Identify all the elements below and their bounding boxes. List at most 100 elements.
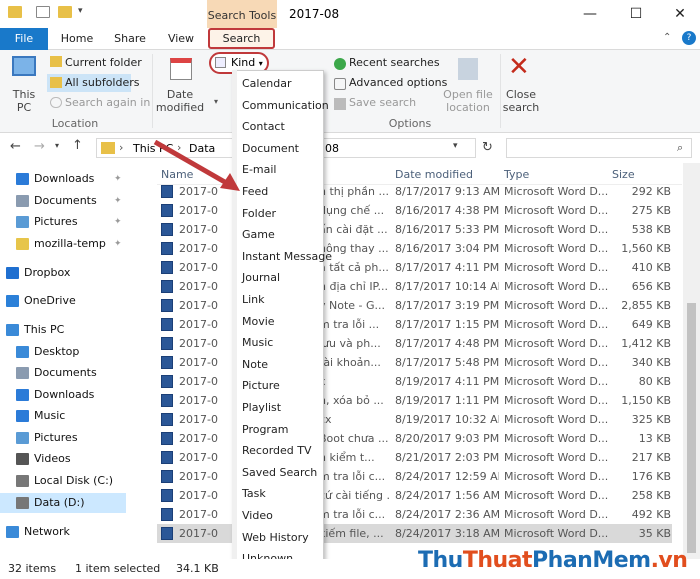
- nav-item[interactable]: Pictures: [0, 428, 130, 448]
- kind-menu-item[interactable]: Communication: [242, 97, 329, 115]
- column-date-modified[interactable]: Date modified: [395, 168, 473, 181]
- customize-toolbar-icon[interactable]: ▾: [78, 6, 83, 16]
- file-date: 8/17/2017 4:11 PM: [395, 261, 499, 274]
- kind-menu-item[interactable]: Program: [242, 421, 288, 439]
- new-folder-icon[interactable]: [58, 6, 72, 18]
- file-size: 35 KB: [638, 527, 671, 540]
- kind-menu-item[interactable]: Document: [242, 140, 299, 158]
- kind-menu-item[interactable]: Instant Message: [242, 248, 332, 266]
- nav-item[interactable]: Dropbox: [0, 263, 130, 283]
- back-icon[interactable]: ←: [10, 139, 21, 154]
- all-subfolders-button[interactable]: All subfolders: [65, 76, 139, 89]
- collapse-ribbon-icon[interactable]: ⌃: [663, 32, 671, 43]
- kind-menu-item[interactable]: Folder: [242, 205, 276, 223]
- file-tail: n thị phần ...: [319, 185, 389, 198]
- minimize-button[interactable]: —: [568, 3, 612, 25]
- file-name: 2017-0: [179, 337, 218, 350]
- tab-share[interactable]: Share: [106, 28, 154, 50]
- date-modified-button[interactable]: Date modified: [154, 88, 206, 114]
- file-type: Microsoft Word D...: [504, 394, 609, 407]
- file-type: Microsoft Word D...: [504, 318, 609, 331]
- kind-menu-item[interactable]: Recorded TV: [242, 442, 312, 460]
- help-icon[interactable]: ?: [682, 31, 696, 45]
- column-type[interactable]: Type: [504, 168, 529, 181]
- nav-item-icon: [16, 475, 29, 487]
- file-size: 1,150 KB: [621, 394, 671, 407]
- kind-menu-item[interactable]: Calendar: [242, 75, 291, 93]
- search-again-in-button[interactable]: Search again in: [65, 96, 150, 109]
- close-button[interactable]: ✕: [658, 3, 700, 25]
- recent-searches-button[interactable]: Recent searches: [349, 56, 440, 69]
- nav-item[interactable]: Downloads ✦: [0, 169, 130, 189]
- file-size: 649 KB: [631, 318, 671, 331]
- scrollbar-thumb[interactable]: [687, 303, 696, 553]
- properties-icon[interactable]: [36, 6, 50, 18]
- kind-menu-item[interactable]: Contact: [242, 118, 285, 136]
- nav-item[interactable]: OneDrive: [0, 291, 130, 311]
- kind-menu-item[interactable]: Picture: [242, 377, 280, 395]
- red-arrow-annotation: [153, 140, 240, 191]
- word-doc-icon: [161, 394, 173, 407]
- column-size[interactable]: Size: [612, 168, 635, 181]
- folder-icon[interactable]: [8, 6, 22, 18]
- file-size: 292 KB: [631, 185, 671, 198]
- tab-view[interactable]: View: [158, 28, 204, 50]
- nav-item-label: Desktop: [34, 345, 80, 358]
- nav-item[interactable]: This PC: [0, 320, 130, 340]
- current-folder-button[interactable]: Current folder: [65, 56, 142, 69]
- kind-menu-item[interactable]: Link: [242, 291, 265, 309]
- forward-icon[interactable]: →: [34, 139, 45, 154]
- kind-menu-item[interactable]: Playlist: [242, 399, 281, 417]
- nav-item[interactable]: Desktop: [0, 342, 130, 362]
- kind-menu-item[interactable]: Web History: [242, 529, 309, 547]
- file-tail: tài khoản...: [319, 356, 381, 369]
- nav-item[interactable]: Pictures ✦: [0, 212, 130, 232]
- refresh-icon[interactable]: ↻: [482, 140, 493, 155]
- this-pc-button[interactable]: This PC: [4, 88, 44, 114]
- nav-item[interactable]: Local Disk (C:): [0, 471, 130, 491]
- file-name: 2017-0: [179, 489, 218, 502]
- file-tail: ấn cài đặt ...: [319, 223, 388, 236]
- nav-item[interactable]: Documents: [0, 363, 130, 383]
- address-dropdown-icon[interactable]: ▾: [453, 141, 458, 151]
- tab-search[interactable]: Search: [208, 28, 275, 49]
- save-search-button[interactable]: Save search: [349, 96, 416, 109]
- nav-item[interactable]: Data (D:): [0, 493, 126, 513]
- search-input[interactable]: ⌕: [506, 138, 692, 158]
- kind-menu-item[interactable]: Movie: [242, 313, 275, 331]
- open-file-location-button[interactable]: Open file location: [440, 88, 496, 114]
- nav-item[interactable]: mozilla-temp ✦: [0, 234, 130, 254]
- word-doc-icon: [161, 356, 173, 369]
- recent-locations-icon[interactable]: ▾: [55, 141, 59, 150]
- tab-home[interactable]: Home: [52, 28, 102, 50]
- kind-menu-item[interactable]: Video: [242, 507, 273, 525]
- close-search-button[interactable]: Close search: [502, 88, 540, 114]
- kind-menu-item[interactable]: Saved Search: [242, 464, 317, 482]
- kind-menu-item[interactable]: Game: [242, 226, 275, 244]
- nav-item[interactable]: Videos: [0, 449, 130, 469]
- file-size: 217 KB: [631, 451, 671, 464]
- file-date: 8/19/2017 4:11 PM: [395, 375, 499, 388]
- kind-menu-item[interactable]: Task: [242, 485, 266, 503]
- scrollbar[interactable]: [683, 163, 700, 559]
- nav-item[interactable]: Network: [0, 522, 130, 542]
- maximize-button[interactable]: ☐: [614, 3, 658, 25]
- current-folder-icon: [50, 56, 62, 67]
- this-pc-icon: [12, 56, 36, 76]
- nav-item[interactable]: Music: [0, 406, 130, 426]
- file-type: Microsoft Word D...: [504, 242, 609, 255]
- word-doc-icon: [161, 337, 173, 350]
- file-type: Microsoft Word D...: [504, 280, 609, 293]
- up-icon[interactable]: ↑: [72, 138, 83, 153]
- kind-menu-item[interactable]: Note: [242, 356, 268, 374]
- breadcrumb-current[interactable]: 08: [325, 142, 339, 155]
- kind-menu-item[interactable]: Journal: [242, 269, 280, 287]
- advanced-options-button[interactable]: Advanced options: [349, 76, 447, 89]
- nav-item-label: This PC: [24, 323, 65, 336]
- tab-file[interactable]: File: [0, 28, 48, 50]
- kind-menu-item[interactable]: Music: [242, 334, 273, 352]
- nav-item[interactable]: Downloads: [0, 385, 130, 405]
- nav-item[interactable]: Documents ✦: [0, 191, 130, 211]
- nav-item-label: OneDrive: [24, 294, 76, 307]
- file-size: 258 KB: [631, 489, 671, 502]
